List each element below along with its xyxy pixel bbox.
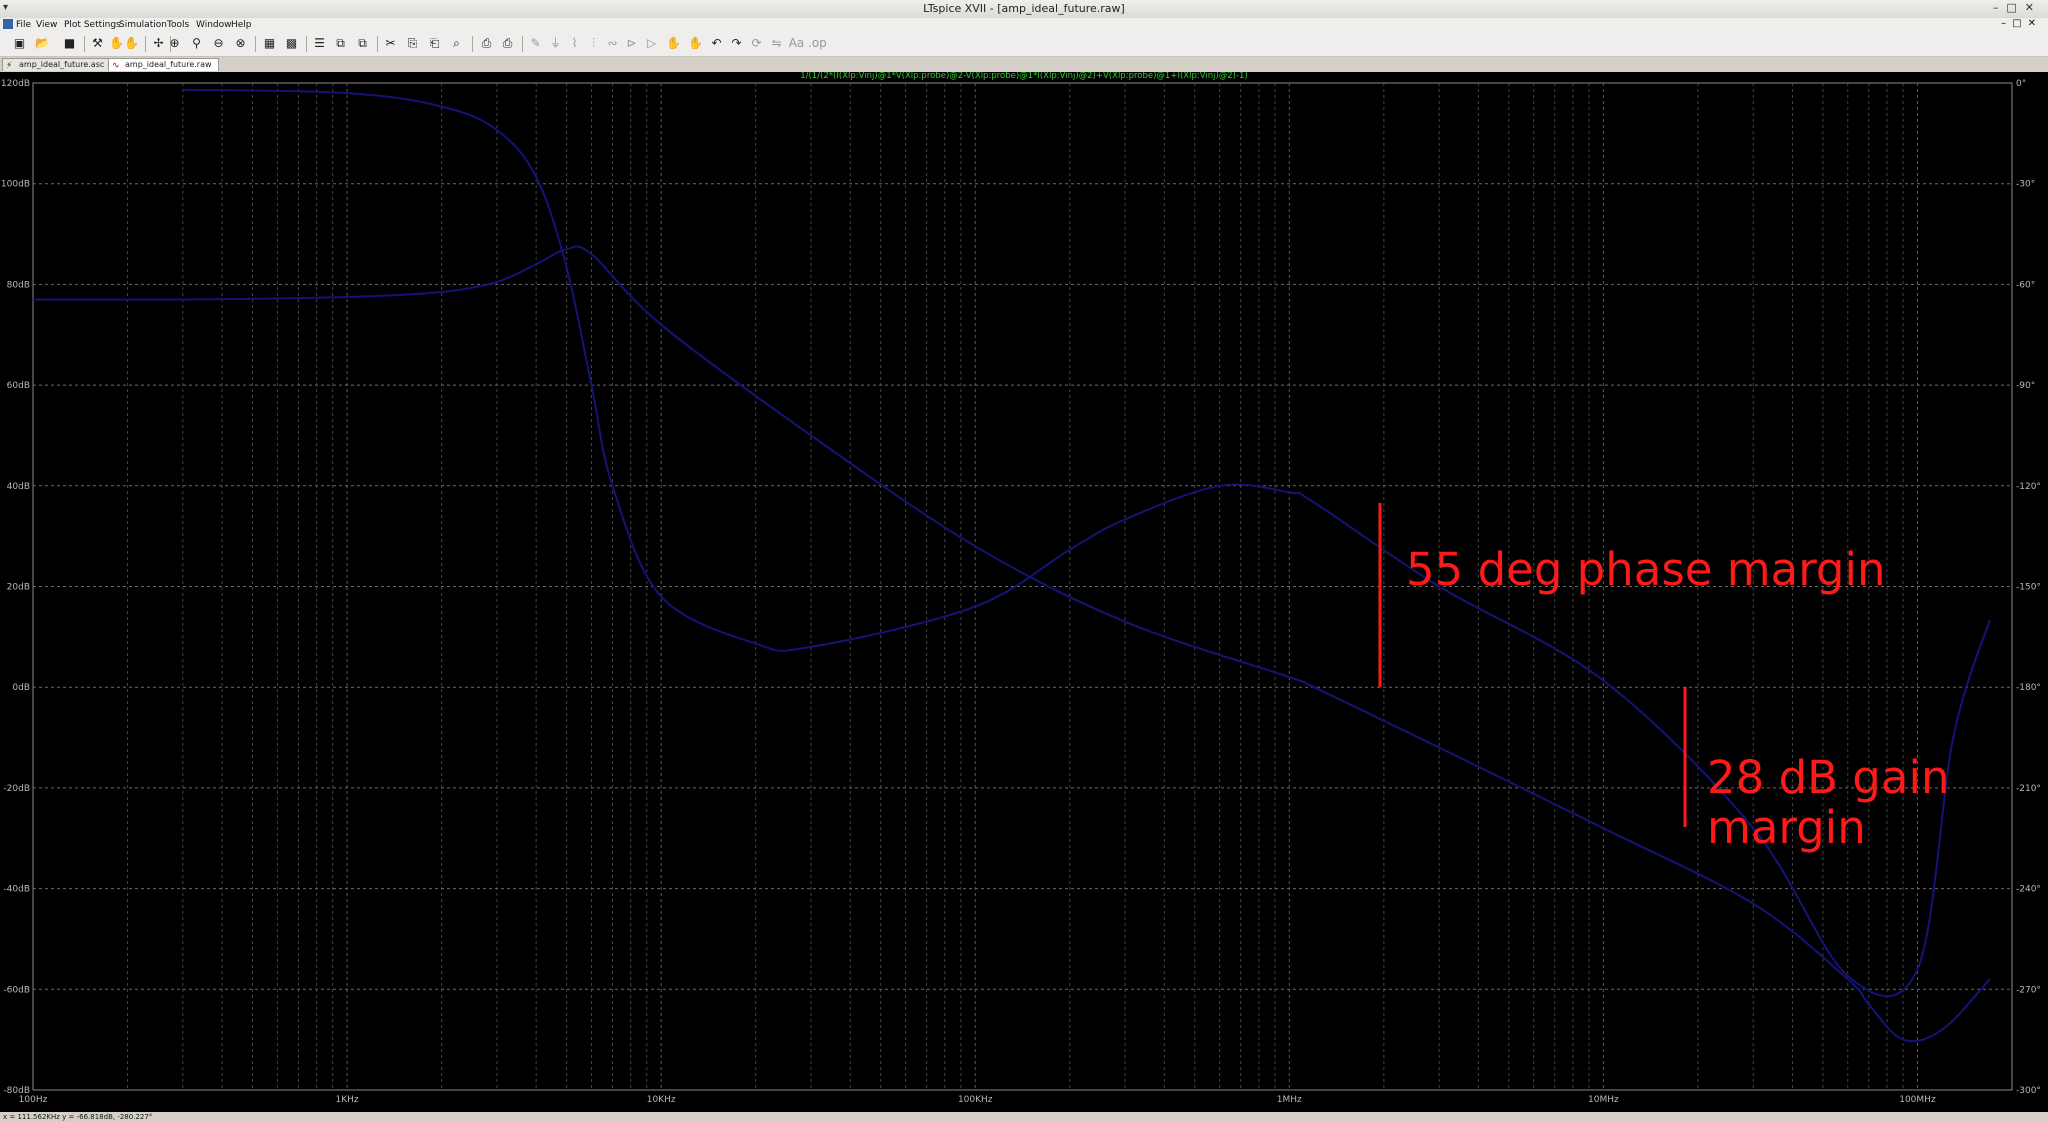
y-right-tick-label: -90° [2016,381,2035,391]
schematic-icon: ⚡ [6,61,13,71]
y-right-tick-label: -300° [2016,1086,2041,1096]
plot-canvas[interactable]: 120dB 100dB 80dB 60dB 40dB 20dB 0dB -20dB -40dB -… [0,72,2048,1112]
open-icon[interactable]: 📂 [34,35,51,52]
undo-icon[interactable]: ↶ [708,35,725,52]
ground-icon[interactable]: ⏚ [547,35,564,52]
text-icon[interactable]: Aa [788,35,805,52]
tab-label: amp_ideal_future.raw [125,60,212,69]
tab-label: amp_ideal_future.asc [19,60,105,69]
tile-vertical-icon[interactable]: ☰ [311,35,328,52]
y-right-tick-label: -210° [2016,784,2041,794]
control-panel-icon[interactable]: ⚒ [89,35,106,52]
menu-help[interactable]: Help [231,20,252,30]
tab-waveform[interactable]: ∿ amp_ideal_future.raw [108,58,219,71]
menu-file[interactable]: File [16,20,31,30]
move-icon[interactable]: ✋ [665,35,682,52]
x-tick-label: 100Hz [19,1095,48,1105]
y-left-tick-label: 100dB [1,180,30,190]
x-tick-label: 10KHz [647,1095,676,1105]
spice-directive-icon[interactable]: .op [808,35,827,52]
copy-icon[interactable]: ⎘ [404,35,421,52]
tile-horizontal-icon[interactable]: ⧉ [332,35,349,52]
menu-bar: File View Plot Settings Simulation Tools… [0,18,2048,32]
cascade-icon[interactable]: ⧉ [354,35,371,52]
gain-margin-label-line2: margin [1707,801,1866,854]
gain-margin-label-line1: 28 dB gain [1707,751,1949,804]
y-right-tick-label: 0° [2016,79,2026,89]
x-tick-label: 1MHz [1277,1095,1302,1105]
menu-view[interactable]: View [36,20,57,30]
y-left-tick-label: -40dB [3,885,30,895]
diode-icon[interactable]: ⊳ [623,35,640,52]
menu-plot-settings[interactable]: Plot Settings [64,20,121,30]
rotate-icon[interactable]: ⟳ [748,35,765,52]
x-tick-label: 100KHz [958,1095,993,1105]
x-tick-label: 100MHz [1899,1095,1936,1105]
window-title: LTspice XVII - [amp_ideal_future.raw] [923,2,1125,15]
y-left-tick-label: 60dB [7,381,30,391]
annotations: 55 deg phase margin 28 dB gain margin [1378,503,1949,854]
mdi-controls[interactable]: –□✕ [2001,18,2042,29]
zoom-area-icon[interactable]: ⚲ [188,35,205,52]
zoom-cancel-icon[interactable]: ⊗ [232,35,249,52]
save-icon[interactable]: ■ [61,35,78,52]
wire-icon[interactable]: ✎ [527,35,544,52]
waveform-icon: ∿ [112,61,120,71]
inductor-icon[interactable]: ∾ [604,35,621,52]
component-icon[interactable]: ▷ [643,35,660,52]
y-right-tick-label: -60° [2016,280,2035,290]
y-right-tick-label: -30° [2016,180,2035,190]
y-left-tick-label: 120dB [1,79,30,89]
mirror-icon[interactable]: ⇋ [768,35,785,52]
resistor-icon[interactable]: ⌇ [566,35,583,52]
waveform-plot[interactable]: 120dB 100dB 80dB 60dB 40dB 20dB 0dB -20dB -40dB -… [0,72,2048,1112]
y-left-tick-label: 40dB [7,482,30,492]
y-right-tick-label: -270° [2016,985,2041,995]
title-bar: ▾ LTspice XVII - [amp_ideal_future.raw] … [0,0,2048,19]
y-left-tick-label: 0dB [12,683,30,693]
zoom-out-icon[interactable]: ⊖ [210,35,227,52]
y-left-tick-label: 20dB [7,583,30,593]
tab-schematic[interactable]: ⚡ amp_ideal_future.asc [2,58,112,71]
y-right-tick-label: -150° [2016,583,2041,593]
capacitor-icon[interactable]: ⫶ [585,35,602,52]
y-left-tick-label: -20dB [3,784,30,794]
zoom-full-icon[interactable]: ▩ [283,35,300,52]
gain-trace[interactable] [32,245,1991,1043]
pick-visible-traces-icon[interactable]: ✢ [150,35,167,52]
cut-icon[interactable]: ✂ [382,35,399,52]
drag-icon[interactable]: ✋ [687,35,704,52]
window-controls[interactable]: –□✕ [1993,1,2042,14]
zoom-in-icon[interactable]: ⊕ [166,35,183,52]
cursor-readout: x = 111.562KHz y = -66.818dB, -280.227° [3,1113,153,1121]
document-tabs: ⚡ amp_ideal_future.asc ∿ amp_ideal_futur… [0,57,2048,71]
autorange-icon[interactable]: ▦ [261,35,278,52]
phase-margin-label: 55 deg phase margin [1406,543,1886,596]
find-icon[interactable]: ⌕ [448,35,465,52]
y-right-tick-label: -120° [2016,482,2041,492]
new-schematic-icon[interactable]: ▣ [11,35,28,52]
menu-window[interactable]: Window [196,20,232,30]
status-bar: x = 111.562KHz y = -66.818dB, -280.227° [0,1112,2048,1122]
toolbar: ▣ 📂 ■ ⚒ ✋ ✋ ✢ ⊕ ⚲ ⊖ ⊗ ▦ ▩ ☰ ⧉ ⧉ ✂ ⎘ ⎗ ⌕ … [0,32,2048,57]
menu-tools[interactable]: Tools [167,20,189,30]
y-left-tick-label: 80dB [7,280,30,290]
x-tick-label: 10MHz [1588,1095,1619,1105]
app-icon[interactable] [3,19,13,29]
x-tick-label: 1KHz [336,1095,359,1105]
print-icon[interactable]: ⎙ [478,35,495,52]
menu-simulation[interactable]: Simulation [119,20,167,30]
paste-icon[interactable]: ⎗ [426,35,443,52]
redo-icon[interactable]: ↷ [728,35,745,52]
y-right-tick-label: -240° [2016,885,2041,895]
trace-expression-label[interactable]: 1/(1/(2*(I(Xlp:Vinj)@1*V(Xlp:probe)@2-V(… [800,72,1248,81]
y-right-tick-label: -180° [2016,683,2041,693]
y-left-tick-label: -60dB [3,985,30,995]
halt-icon[interactable]: ✋ [123,35,140,52]
print-preview-icon[interactable]: ⎙ [499,35,516,52]
